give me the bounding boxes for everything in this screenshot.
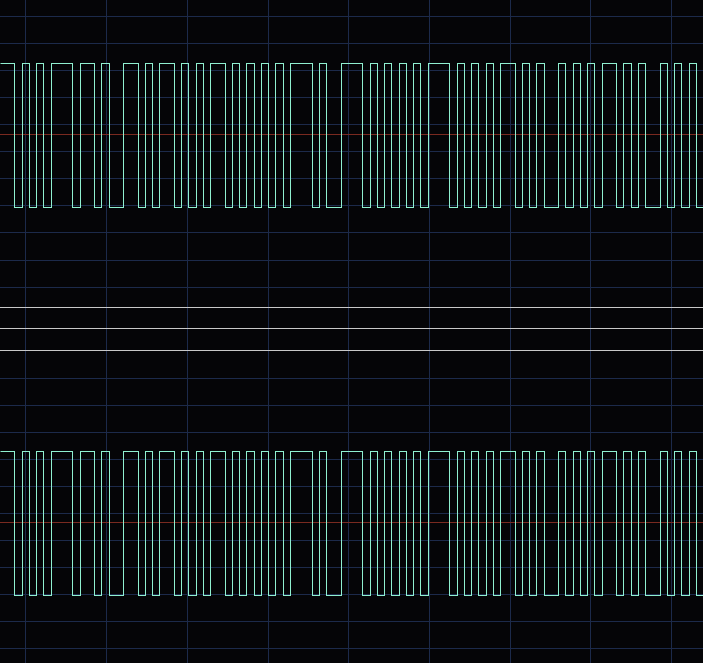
waveform-display	[0, 0, 703, 663]
oscilloscope-view	[0, 0, 703, 663]
display-background	[0, 0, 703, 663]
